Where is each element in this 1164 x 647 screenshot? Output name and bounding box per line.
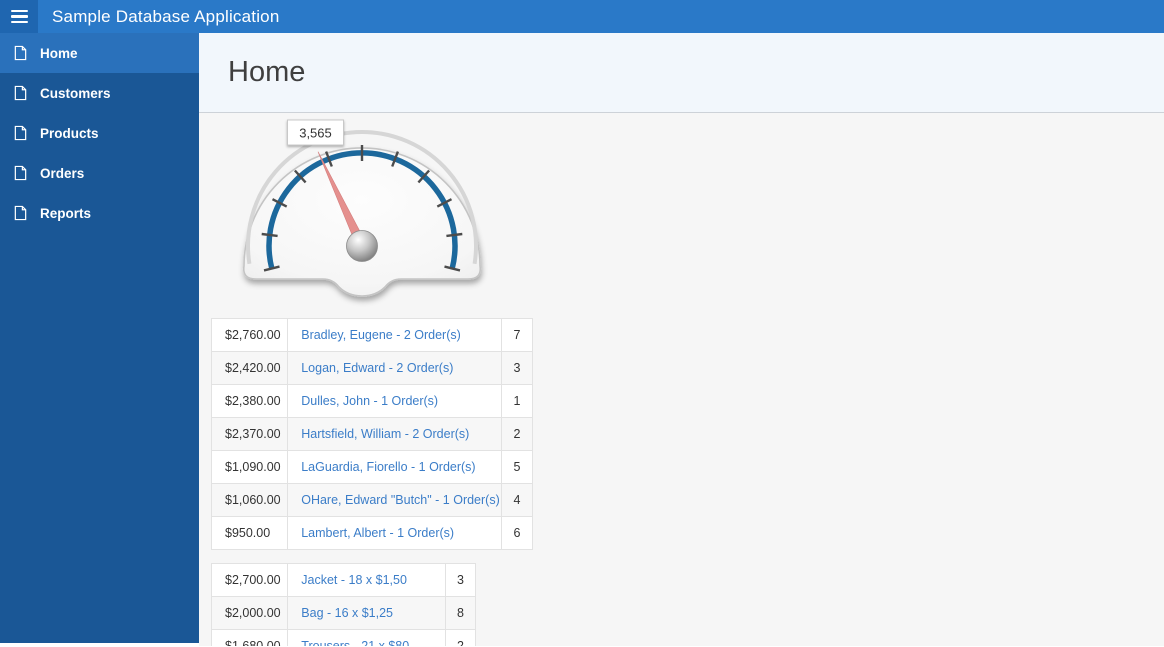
table-row: $2,700.00 Jacket - 18 x $1,50 3 — [210, 563, 477, 597]
page-title: Home — [228, 56, 306, 88]
customer-link[interactable]: LaGuardia, Fiorello - 1 Order(s) — [301, 460, 475, 474]
sidebar-item-label: Home — [40, 45, 78, 61]
sidebar-item-label: Orders — [40, 165, 85, 181]
product-link[interactable]: Bag - 16 x $1,25 — [301, 606, 393, 620]
gauge-knob — [346, 230, 378, 262]
count-cell: 3 — [500, 351, 534, 385]
document-icon — [14, 165, 27, 181]
count-cell: 7 — [500, 318, 534, 352]
document-icon — [14, 85, 27, 101]
table-row: $1,060.00 OHare, Edward "Butch" - 1 Orde… — [210, 483, 534, 517]
count-cell: 1 — [500, 384, 534, 418]
table-row: $1,680.00 Trousers - 21 x $80 2 — [210, 629, 477, 646]
customer-link[interactable]: OHare, Edward "Butch" - 1 Order(s) — [301, 493, 500, 507]
customer-link[interactable]: Logan, Edward - 2 Order(s) — [301, 361, 453, 375]
table-row: $2,000.00 Bag - 16 x $1,25 8 — [210, 596, 477, 630]
product-link[interactable]: Trousers - 21 x $80 — [301, 639, 409, 646]
sidebar-item-label: Products — [40, 125, 99, 141]
sales-gauge: 3,565 — [230, 118, 496, 302]
amount-cell: $2,370.00 — [210, 417, 289, 451]
document-icon — [14, 45, 27, 61]
top-customers-table: $2,760.00 Bradley, Eugene - 2 Order(s) 7… — [210, 318, 534, 550]
gauge-value-label: 3,565 — [287, 119, 344, 146]
amount-cell: $950.00 — [210, 516, 289, 550]
count-cell: 8 — [444, 596, 477, 630]
amount-cell: $1,090.00 — [210, 450, 289, 484]
customer-link[interactable]: Dulles, John - 1 Order(s) — [301, 394, 438, 408]
top-products-table: $2,700.00 Jacket - 18 x $1,50 3 $2,000.0… — [210, 563, 477, 646]
sidebar-item-customers[interactable]: Customers — [0, 73, 199, 113]
document-icon — [14, 125, 27, 141]
product-link[interactable]: Jacket - 18 x $1,50 — [301, 573, 407, 587]
amount-cell: $2,420.00 — [210, 351, 289, 385]
customer-link[interactable]: Hartsfield, William - 2 Order(s) — [301, 427, 469, 441]
count-cell: 2 — [444, 629, 477, 646]
document-icon — [14, 205, 27, 221]
customer-link[interactable]: Lambert, Albert - 1 Order(s) — [301, 526, 454, 540]
count-cell: 4 — [500, 483, 534, 517]
amount-cell: $1,060.00 — [210, 483, 289, 517]
table-row: $950.00 Lambert, Albert - 1 Order(s) 6 — [210, 516, 534, 550]
table-row: $1,090.00 LaGuardia, Fiorello - 1 Order(… — [210, 450, 534, 484]
customer-link[interactable]: Bradley, Eugene - 2 Order(s) — [301, 328, 461, 342]
amount-cell: $1,680.00 — [210, 629, 289, 646]
count-cell: 6 — [500, 516, 534, 550]
table-row: $2,370.00 Hartsfield, William - 2 Order(… — [210, 417, 534, 451]
table-row: $2,380.00 Dulles, John - 1 Order(s) 1 — [210, 384, 534, 418]
sidebar: Home Customers Products Orders Reports — [0, 33, 199, 643]
count-cell: 3 — [444, 563, 477, 597]
amount-cell: $2,380.00 — [210, 384, 289, 418]
gauge-value: 3,565 — [299, 126, 332, 141]
amount-cell: $2,000.00 — [210, 596, 289, 630]
main-content: Home 3,565 $2,760.00 Bradley, Eugene - 2… — [199, 33, 1164, 647]
sidebar-item-reports[interactable]: Reports — [0, 193, 199, 233]
page-title-band: Home — [199, 33, 1164, 113]
amount-cell: $2,700.00 — [210, 563, 289, 597]
table-row: $2,760.00 Bradley, Eugene - 2 Order(s) 7 — [210, 318, 534, 352]
count-cell: 5 — [500, 450, 534, 484]
sidebar-item-orders[interactable]: Orders — [0, 153, 199, 193]
count-cell: 2 — [500, 417, 534, 451]
hamburger-menu-icon[interactable] — [0, 0, 38, 33]
sidebar-item-label: Reports — [40, 205, 92, 221]
sidebar-item-products[interactable]: Products — [0, 113, 199, 153]
table-row: $2,420.00 Logan, Edward - 2 Order(s) 3 — [210, 351, 534, 385]
content-scroll-area: 3,565 $2,760.00 Bradley, Eugene - 2 Orde… — [199, 113, 1164, 646]
amount-cell: $2,760.00 — [210, 318, 289, 352]
app-title: Sample Database Application — [52, 7, 280, 26]
sidebar-item-home[interactable]: Home — [0, 33, 199, 73]
app-header: Sample Database Application — [0, 0, 1164, 33]
sidebar-item-label: Customers — [40, 85, 111, 101]
